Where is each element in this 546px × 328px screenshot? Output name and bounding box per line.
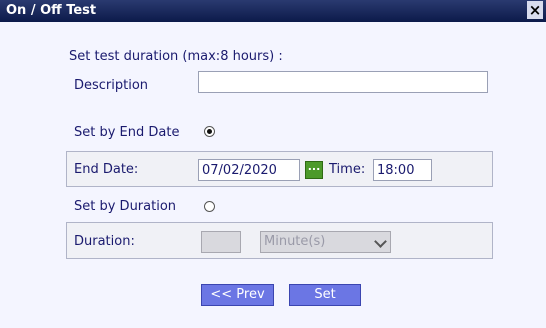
description-input[interactable] (198, 71, 488, 93)
duration-panel: Duration: Minute(s) (66, 222, 493, 259)
prev-button[interactable]: << Prev (201, 284, 274, 306)
window-title: On / Off Test (6, 3, 97, 18)
time-input[interactable] (373, 159, 432, 181)
duration-radio[interactable] (204, 201, 215, 212)
date-picker-icon[interactable]: ... (305, 161, 323, 179)
end-date-input[interactable] (198, 159, 300, 181)
title-bar: On / Off Test × (0, 0, 546, 22)
end-date-panel: End Date: ... Time: (66, 151, 493, 187)
description-label: Description (74, 78, 149, 93)
duration-label: Duration: (74, 234, 135, 249)
duration-unit-select[interactable]: Minute(s) (260, 231, 391, 253)
end-date-radio[interactable] (204, 126, 215, 137)
duration-input[interactable] (201, 231, 241, 253)
set-button[interactable]: Set (289, 284, 361, 306)
close-icon[interactable]: × (527, 1, 543, 19)
radio-selected-dot (207, 129, 212, 134)
end-date-option-label: Set by End Date (74, 125, 180, 140)
duration-unit-value: Minute(s) (264, 234, 326, 249)
end-date-label: End Date: (74, 162, 139, 177)
duration-heading: Set test duration (max:8 hours) : (69, 49, 283, 64)
time-label: Time: (329, 162, 366, 177)
duration-option-label: Set by Duration (74, 199, 177, 214)
chevron-down-icon (374, 235, 387, 248)
